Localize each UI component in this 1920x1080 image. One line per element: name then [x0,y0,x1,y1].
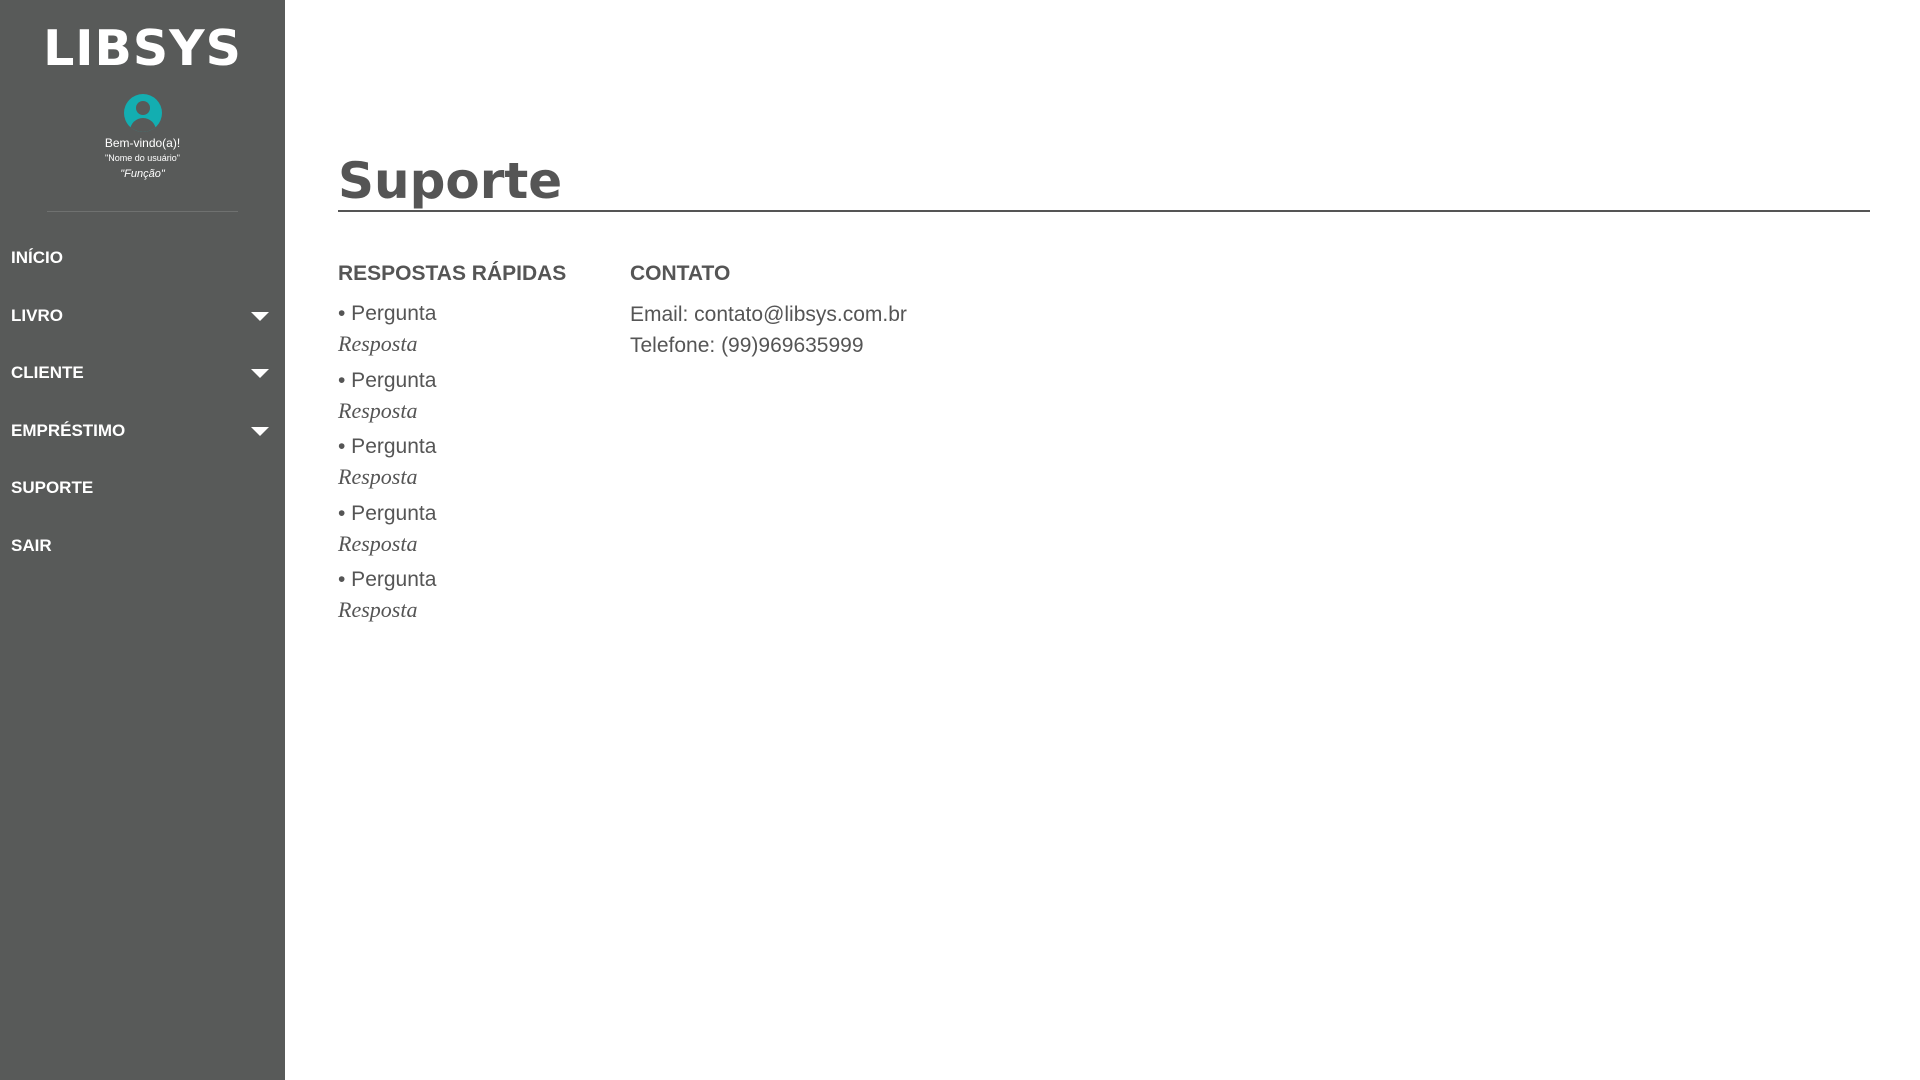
faq-answer: Resposta [338,464,418,489]
chevron-down-icon[interactable] [251,311,269,321]
nav-item-label: LIVRO [11,305,63,325]
sidebar-nav: INÍCIO LIVRO CLIENTE EMPRÉSTIMO SUPORTE … [0,240,285,585]
nav-item-label: SUPORTE [11,478,94,497]
nav-item-label: SAIR [11,535,52,555]
welcome-text: Bem-vindo(a)! [104,136,181,150]
faq-question: • Pergunta [338,368,437,392]
faq-item: • Pergunta Resposta [338,299,598,366]
sidebar: LIBSYS Bem-vindo(a)! "Nome do usuário" "… [0,0,285,1080]
faq-answer: Resposta [338,530,418,556]
nav-item-label: EMPRÉSTIMO [11,420,126,440]
faq-item: • Pergunta Resposta [338,366,598,433]
faq-question: • Pergunta [338,501,437,525]
contact-email: Email: contato@libsys.com.br [630,303,907,326]
nav-item-label: INÍCIO [11,248,63,267]
faq-answer: Resposta [338,331,418,356]
avatar-body [130,118,156,132]
avatar-head [136,101,150,115]
nav-item-emprestimo[interactable]: EMPRÉSTIMO [0,413,285,471]
contact-phone: Telefone: (99)969635999 [630,334,864,357]
title-divider [338,210,1870,212]
contact-heading: CONTATO [630,262,731,285]
app-logo: LIBSYS [43,20,242,77]
user-role: "Função" [120,168,165,180]
faq-list: • Pergunta Resposta • Pergunta Resposta … [338,299,598,632]
faq-item: • Pergunta Resposta [338,432,598,499]
faq-heading: RESPOSTAS RÁPIDAS [338,262,567,285]
faq-answer: Resposta [338,397,418,423]
faq-item: • Pergunta Resposta [338,499,598,566]
faq-question: • Pergunta [338,435,437,458]
chevron-down-icon[interactable] [251,369,269,378]
sidebar-divider [47,211,238,212]
faq-item: • Pergunta Resposta [338,565,598,632]
nav-item-livro[interactable]: LIVRO [0,298,285,356]
nav-item-label: CLIENTE [11,363,84,382]
page-title: Suporte [338,152,563,210]
nav-item-sair[interactable]: SAIR [0,528,285,586]
user-avatar-icon [124,94,162,132]
user-name: "Nome do usuário" [105,153,180,163]
faq-question: • Pergunta [338,568,437,591]
faq-answer: Resposta [338,597,418,622]
faq-question: • Pergunta [338,302,437,325]
nav-item-cliente[interactable]: CLIENTE [0,355,285,413]
nav-item-inicio[interactable]: INÍCIO [0,240,285,298]
chevron-down-icon[interactable] [251,426,269,436]
nav-item-suporte[interactable]: SUPORTE [0,470,285,528]
